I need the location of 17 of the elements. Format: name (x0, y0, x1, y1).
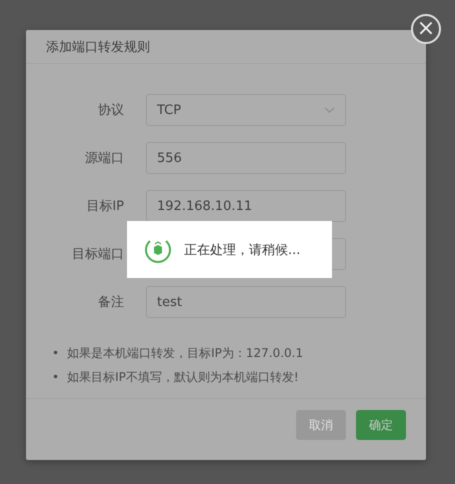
field-label: 协议 (97, 102, 125, 119)
protocol-dropdown[interactable]: TCP (146, 94, 346, 126)
note-text: 如果目标IP不填写，默认则为本机端口转发! (67, 369, 299, 386)
confirm-button[interactable]: 确定 (356, 410, 406, 440)
field-label: 备注 (97, 294, 125, 311)
input-field[interactable]: 556 (146, 142, 346, 174)
caret-icon (324, 106, 335, 114)
field-label: 目标IP (85, 198, 125, 215)
field-label: 目标端口 (71, 246, 125, 263)
close-button[interactable]: × (411, 14, 441, 44)
field-label: 源端口 (84, 150, 125, 167)
loading-message: 正在处理，请稍候... (184, 242, 300, 258)
input-field[interactable]: test (146, 286, 346, 318)
bullet: • (52, 369, 60, 386)
dialog-title: 添加端口转发规则 (46, 38, 150, 56)
note-text: 如果是本机端口转发，目标IP为：127.0.0.1 (67, 345, 304, 362)
bullet: • (52, 345, 60, 362)
